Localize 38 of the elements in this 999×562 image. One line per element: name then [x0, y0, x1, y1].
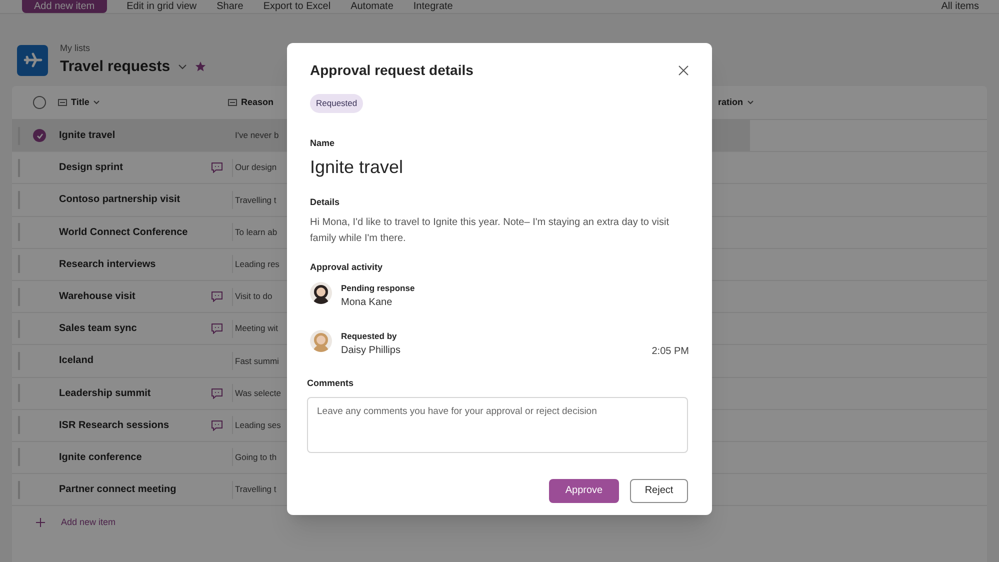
title-cell-text: World Connect Conference — [59, 226, 189, 240]
title-cell-text: Ignite travel — [59, 129, 116, 144]
title-cell-text: ISR Research sessions — [59, 418, 170, 433]
reason-cell: Fast summi — [235, 354, 279, 368]
reason-cell: To learn ab — [235, 226, 278, 239]
reason-cell: Was selecte — [235, 386, 281, 400]
details-text: Hi Mona, I'd like to travel to Ignite this year. Note– I'm staying an extra day to visit family while I'm there. — [310, 216, 670, 246]
title-cell-text: Partner connect meeting — [59, 483, 178, 498]
activity-label: Requested by — [341, 330, 398, 343]
reason-cell: Leading res — [235, 258, 280, 271]
reason-cell: Visit to do — [235, 290, 272, 303]
title-cell-text: Research interviews — [59, 258, 157, 272]
reason-cell: Our design — [235, 161, 277, 174]
title-cell-text: Leadership summit — [59, 386, 152, 401]
list-title: Travel requests — [60, 56, 170, 76]
title-cell-text: Iceland — [59, 354, 94, 368]
request-name: Ignite travel — [310, 156, 404, 180]
dialog-title: Approval request details — [310, 61, 474, 80]
title-cell-text: Warehouse visit — [59, 290, 136, 304]
activity-label: Pending response — [341, 282, 415, 295]
field-label: Details — [310, 196, 341, 210]
status-badge: Requested — [310, 94, 364, 113]
field-label: Comments — [307, 377, 355, 390]
activity-time: 2:05 PM — [652, 345, 689, 359]
field-label: Approval activity — [310, 260, 384, 274]
reason-cell: Travelling t — [235, 483, 276, 496]
field-label: Name — [310, 136, 336, 150]
reason-cell: Meeting wit — [235, 322, 278, 336]
title-cell-text: Sales team sync — [59, 322, 138, 336]
person-name: Mona Kane — [341, 296, 394, 310]
title-cell-text: Design sprint — [59, 161, 124, 176]
reason-cell: Travelling t — [235, 194, 276, 206]
reason-cell: I've never b — [235, 129, 279, 142]
reason-cell: Going to th — [235, 451, 277, 464]
title-cell-text: Contoso partnership visit — [59, 193, 182, 208]
title-cell-text: Ignite conference — [59, 450, 143, 465]
reason-cell: Leading ses — [235, 418, 281, 432]
person-name: Daisy Phillips — [341, 344, 400, 358]
